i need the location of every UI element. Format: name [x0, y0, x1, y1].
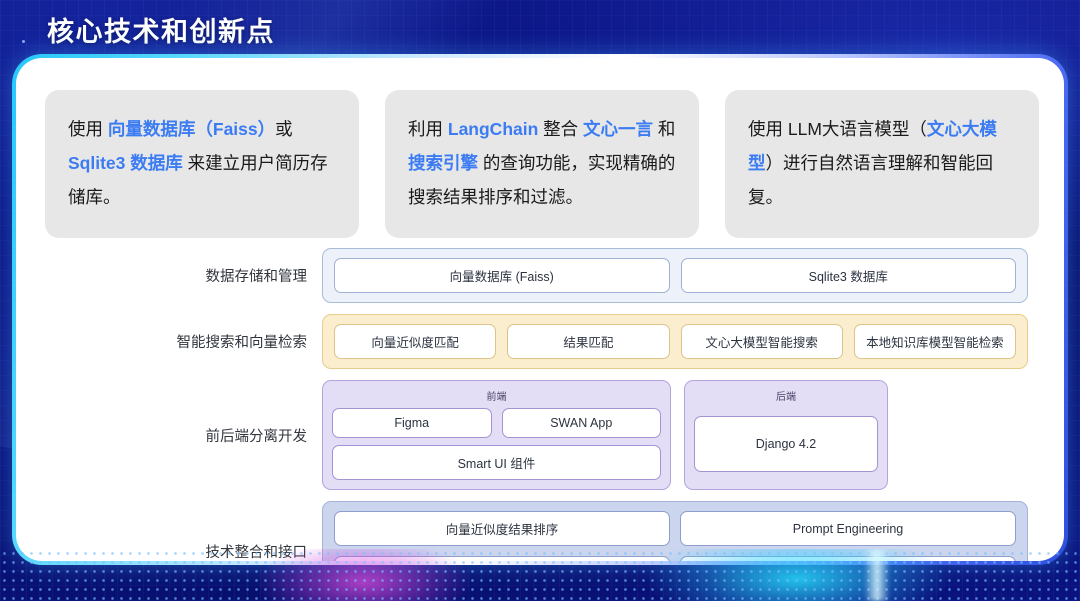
row-label: 数据存储和管理 [205, 269, 308, 285]
row-search: 智能搜索和向量检索 向量近似度匹配 结果匹配 文心大模型智能搜索 本地知识库模型智能检索 [16, 314, 1064, 369]
tech-chip: 结果匹配 [507, 324, 670, 359]
tech-chip: 文心大模型智能搜索 [680, 324, 843, 359]
light-sheen [864, 549, 890, 601]
tech-chip: Sqlite3 数据库 [680, 258, 1016, 293]
row-fullstack: 前后端分离开发 前端 Figma SWAN App Smart UI 组件 后端 Djang… [16, 380, 1064, 490]
card-paragraph: 使用 LLM大语言模型（文心大模型）进行自然语言理解和智能回复。 [748, 112, 1016, 214]
row-body: 向量数据库 (Faiss) Sqlite3 数据库 [322, 248, 1028, 303]
card-langchain: 利用 LangChain 整合 文心一言 和 搜索引擎 的查询功能，实现精确的搜… [385, 90, 699, 238]
decorative-speck [22, 40, 25, 43]
row-body: 向量近似度匹配 结果匹配 文心大模型智能搜索 本地知识库模型智能检索 [322, 314, 1028, 369]
card-paragraph: 利用 LangChain 整合 文心一言 和 搜索引擎 的查询功能，实现精确的搜… [408, 112, 676, 214]
group-rows: Figma SWAN App Smart UI 组件 [332, 408, 661, 480]
tech-chip: Figma [332, 408, 492, 438]
bottom-decorative-strip [0, 549, 1080, 601]
content-panel-border: 使用 向量数据库（Faiss）或 Sqlite3 数据库 来建立用户简历存储库。… [12, 54, 1068, 565]
halftone-dots [0, 549, 1080, 601]
row-label: 前后端分离开发 [205, 428, 308, 445]
card-llm: 使用 LLM大语言模型（文心大模型）进行自然语言理解和智能回复。 [725, 90, 1039, 238]
slide-root: 核心技术和创新点 使用 向量数据库（Faiss）或 Sqlite3 数据库 来建… [0, 0, 1080, 601]
content-panel: 使用 向量数据库（Faiss）或 Sqlite3 数据库 来建立用户简历存储库。… [16, 58, 1064, 561]
row-label: 智能搜索和向量检索 [176, 335, 308, 351]
group-container: 前端 Figma SWAN App Smart UI 组件 后端 Django 4.2 [322, 380, 1028, 490]
tech-chip: SWAN App [501, 408, 661, 438]
group-rows: Django 4.2 [694, 408, 878, 480]
card-database: 使用 向量数据库（Faiss）或 Sqlite3 数据库 来建立用户简历存储库。 [45, 90, 359, 238]
summary-cards: 使用 向量数据库（Faiss）或 Sqlite3 数据库 来建立用户简历存储库。… [45, 90, 1039, 238]
card-text-run: 或 [275, 119, 293, 139]
card-text-run: 使用 [68, 119, 108, 139]
tech-chip: 本地知识库模型智能检索 [853, 324, 1016, 359]
card-text-run: 利用 [408, 119, 448, 139]
group-row: Django 4.2 [694, 416, 878, 472]
highlighted-term: 向量数据库（Faiss） [107, 119, 276, 139]
card-text-run: 和 [653, 119, 676, 139]
highlighted-term: 文心一言 [583, 119, 654, 139]
highlighted-term: LangChain [447, 119, 539, 139]
row-body: 前端 Figma SWAN App Smart UI 组件 后端 Django 4.2 [322, 380, 1028, 490]
card-text-run: 整合 [538, 119, 584, 139]
tech-chip: 向量数据库 (Faiss) [334, 258, 670, 293]
highlighted-term: Sqlite3 数据库 [68, 153, 183, 173]
tier-panel: 向量数据库 (Faiss) Sqlite3 数据库 [322, 248, 1028, 303]
row-storage: 数据存储和管理 向量数据库 (Faiss) Sqlite3 数据库 [16, 248, 1064, 303]
tech-chip: Prompt Engineering [680, 511, 1016, 546]
tech-chip: Smart UI 组件 [332, 445, 661, 480]
tech-chip: Django 4.2 [694, 416, 878, 472]
tech-chip: 向量近似度结果排序 [334, 511, 670, 546]
tier-panel: 向量近似度匹配 结果匹配 文心大模型智能搜索 本地知识库模型智能检索 [322, 314, 1028, 369]
card-text-run: ）进行自然语言理解和智能回复。 [748, 153, 993, 207]
highlighted-term: 搜索引擎 [408, 153, 478, 173]
group-backend: 后端 Django 4.2 [684, 380, 888, 490]
group-row: Smart UI 组件 [332, 445, 661, 480]
card-paragraph: 使用 向量数据库（Faiss）或 Sqlite3 数据库 来建立用户简历存储库。 [68, 112, 336, 214]
chip-grid-row: 向量近似度结果排序 Prompt Engineering [334, 511, 1016, 546]
architecture-diagram: 数据存储和管理 向量数据库 (Faiss) Sqlite3 数据库智能搜索和向量检索… [16, 248, 1064, 561]
group-row: Figma SWAN App [332, 408, 661, 438]
card-text-run: 使用 LLM大语言模型（ [748, 119, 927, 139]
group-title: 后端 [776, 392, 796, 403]
tech-chip: 向量近似度匹配 [334, 324, 497, 359]
group-title: 前端 [486, 392, 507, 403]
page-title: 核心技术和创新点 [47, 17, 275, 47]
group-frontend: 前端 Figma SWAN App Smart UI 组件 [322, 380, 671, 490]
